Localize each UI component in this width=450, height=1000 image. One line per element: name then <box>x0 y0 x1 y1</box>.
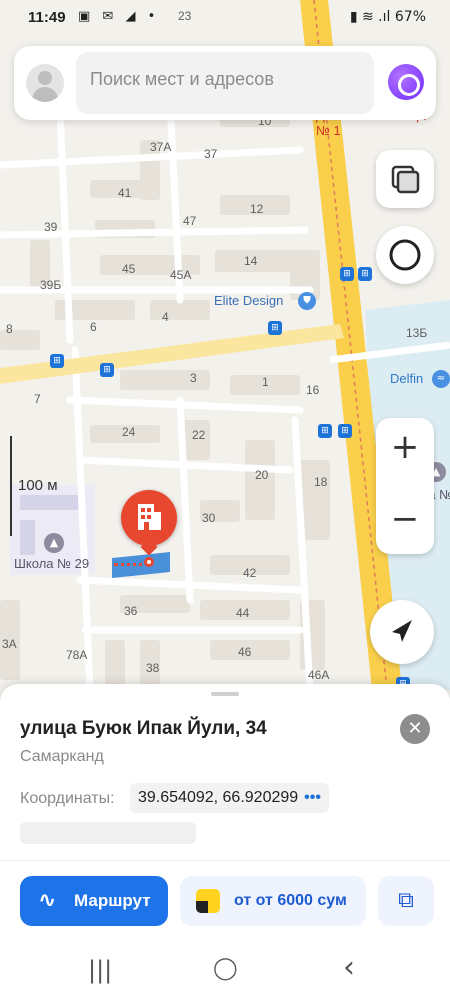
bus-stop-icon[interactable]: ⊞ <box>338 424 352 438</box>
status-right: ▮ ≋ .ıl 67% <box>350 9 426 25</box>
house-number: 12 <box>250 202 264 216</box>
navigation-arrow-icon <box>392 620 412 642</box>
taxi-button[interactable]: от от 6000 сум <box>180 876 366 926</box>
battery-level: 67% <box>394 9 426 25</box>
house-number: 42 <box>243 566 257 580</box>
alice-map-button[interactable] <box>376 226 434 284</box>
bus-stop-icon[interactable]: ⊞ <box>268 321 282 335</box>
house-number: 14 <box>244 254 258 268</box>
pool-icon[interactable]: ≈ <box>432 370 450 388</box>
pin-point <box>144 557 154 567</box>
layers-icon <box>391 165 420 194</box>
house-number: 6 <box>90 320 97 334</box>
avatar[interactable] <box>26 64 64 102</box>
house-number: 37А <box>150 140 172 154</box>
close-icon[interactable]: ✕ <box>400 714 430 744</box>
house-number: 47 <box>183 214 197 228</box>
zoom-controls: + − <box>376 418 434 554</box>
route-icon: ∿ <box>38 888 57 913</box>
house-number: 20 <box>255 468 269 482</box>
system-nav-bar: ||| ◯ ‹ <box>0 944 450 1000</box>
house-number: 37 <box>204 147 218 161</box>
house-number: 4 <box>162 310 169 324</box>
house-number: 41 <box>118 186 132 200</box>
house-number: 44 <box>236 606 250 620</box>
more-icon[interactable]: ••• <box>304 789 321 806</box>
share-button[interactable]: ⧉ <box>378 876 434 926</box>
layers-button[interactable] <box>376 150 434 208</box>
house-number: 7 <box>34 392 41 406</box>
status-bar: 11:49 ▣ ✉ ◢ • ▮ ≋ .ıl 67% <box>0 0 450 36</box>
bus-stop-icon[interactable]: ⊞ <box>100 363 114 377</box>
home-icon[interactable]: ◯ <box>213 956 238 981</box>
coords-value: 39.654092, 66.920299 <box>138 789 299 806</box>
place-title: улица Буюк Ипак Йули, 34 <box>20 718 267 739</box>
house-number: 46 <box>238 645 252 659</box>
sheet-grabber[interactable] <box>211 692 239 696</box>
scale-label: 100 м <box>18 477 58 494</box>
house-number: 45А <box>170 268 192 282</box>
house-number: 3А <box>2 637 17 651</box>
house-number: 24 <box>122 425 136 439</box>
screen: 23 10 37А 37 41 47 12 39 45 45А 14 39Б 4… <box>0 0 450 1000</box>
search-card: Поиск мест и адресов <box>14 46 436 120</box>
bus-stop-icon[interactable]: ⊞ <box>358 267 372 281</box>
notification-icons: ▣ ✉ ◢ • <box>78 9 160 24</box>
loading-placeholder <box>20 822 196 844</box>
zoom-out-button[interactable]: − <box>376 490 434 552</box>
house-number: 1 <box>262 375 269 389</box>
share-icon: ⧉ <box>398 888 414 913</box>
school-icon[interactable]: ▲ <box>44 533 64 553</box>
place-city: Самарканд <box>20 748 104 765</box>
house-number: 18 <box>314 475 328 489</box>
bus-stop-icon[interactable]: ⊞ <box>340 267 354 281</box>
route-label: Маршрут <box>74 891 151 910</box>
house-number: 46А <box>308 668 330 682</box>
zoom-in-button[interactable]: + <box>376 418 434 480</box>
poi-elite-design[interactable]: Elite Design <box>214 293 283 308</box>
coords-label: Координаты: <box>20 790 115 807</box>
coords-field[interactable]: 39.654092, 66.920299 ••• <box>130 783 329 813</box>
house-number: 39Б <box>40 278 62 292</box>
bus-stop-icon[interactable]: ⊞ <box>318 424 332 438</box>
house-number: 39 <box>44 220 58 234</box>
taxi-icon <box>196 889 220 913</box>
back-icon[interactable]: ‹ <box>343 950 355 985</box>
house-number: 13Б <box>406 326 428 340</box>
house-number: 22 <box>192 428 206 442</box>
house-number: 30 <box>202 511 216 525</box>
divider <box>0 860 450 861</box>
house-number: 38 <box>146 661 160 675</box>
ring-icon <box>389 239 421 271</box>
house-number: 16 <box>306 383 320 397</box>
house-number: 36 <box>124 604 138 618</box>
poi-school-29[interactable]: Школа № 29 <box>14 556 89 571</box>
shop-icon[interactable]: ⛊ <box>298 292 316 310</box>
route-button[interactable]: ∿ Маршрут <box>20 876 168 926</box>
taxi-label: от от 6000 сум <box>234 892 347 909</box>
search-input[interactable]: Поиск мест и адресов <box>76 52 374 114</box>
status-time: 11:49 <box>28 9 66 26</box>
house-number: 45 <box>122 262 136 276</box>
bus-stop-icon[interactable]: ⊞ <box>50 354 64 368</box>
alice-voice-icon[interactable] <box>388 64 424 100</box>
poi-delfin[interactable]: Delfin <box>390 371 423 386</box>
house-number: 8 <box>6 322 13 336</box>
recents-icon[interactable]: ||| <box>88 956 112 984</box>
signal-icon: ▮ ≋ .ıl <box>349 9 391 25</box>
my-location-button[interactable] <box>370 600 434 664</box>
scale-bar <box>10 436 12 536</box>
house-number: 78А <box>66 648 88 662</box>
house-number: 3 <box>190 371 197 385</box>
